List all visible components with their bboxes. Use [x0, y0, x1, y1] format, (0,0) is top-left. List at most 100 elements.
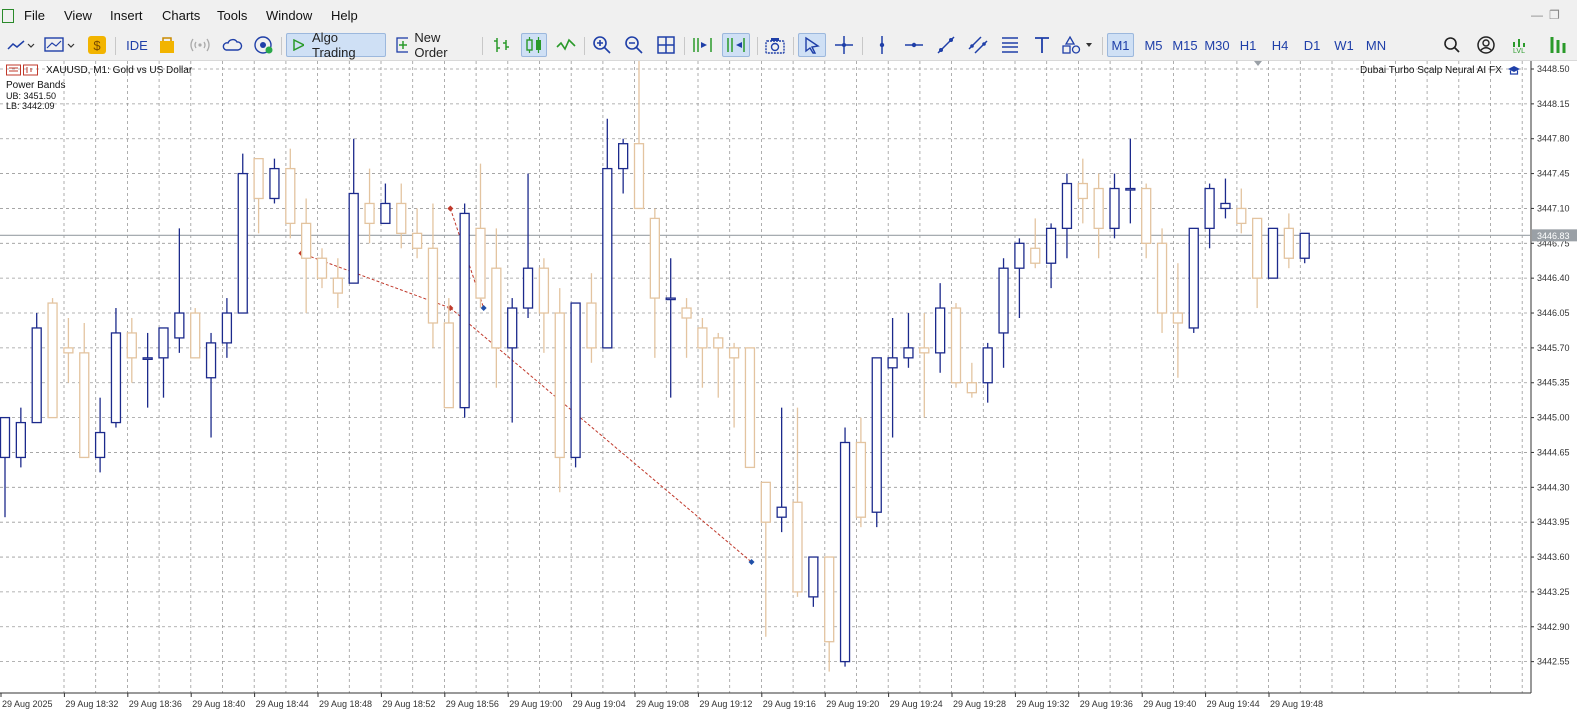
channel-icon[interactable]: [966, 33, 990, 57]
candle-body: [1299, 232, 1310, 259]
algo-trading-button[interactable]: Algo Trading: [286, 30, 386, 60]
time-tick-label: 29 Aug 19:08: [636, 699, 689, 709]
candle-body: [538, 267, 550, 314]
candle-body: [79, 352, 90, 459]
menu-window[interactable]: Window: [266, 8, 312, 23]
candle-body: [237, 172, 248, 314]
candle-body: [443, 322, 454, 409]
candle-body: [1156, 242, 1168, 314]
price-tick-label: 3448.15: [1537, 99, 1570, 109]
minimize-icon[interactable]: —: [1531, 8, 1543, 22]
menu-charts[interactable]: Charts: [162, 8, 200, 23]
search-icon[interactable]: [1440, 33, 1464, 57]
candle-body: [586, 302, 597, 349]
timeframe-h1[interactable]: H1: [1236, 33, 1260, 57]
candle-body: [824, 556, 835, 643]
menu-tools[interactable]: Tools: [217, 8, 247, 23]
candle-body: [475, 227, 486, 299]
timeframe-m30[interactable]: M30: [1202, 33, 1232, 57]
level-icon[interactable]: LVL: [1506, 33, 1532, 57]
time-tick-label: 29 Aug 19:16: [763, 699, 816, 709]
dollar-icon[interactable]: $: [86, 33, 108, 57]
crosshair-icon[interactable]: [832, 33, 856, 57]
price-tick-label: 3442.55: [1537, 657, 1570, 667]
screenshot-camera-icon[interactable]: [762, 33, 788, 57]
line-chart-icon[interactable]: [554, 33, 578, 57]
tile-windows-icon[interactable]: [654, 33, 678, 57]
chart-templates-icon[interactable]: [42, 33, 78, 57]
expert-advisor-label[interactable]: Dubai Turbo Scalp Neural AI FX: [1360, 64, 1521, 76]
trend-line-icon[interactable]: [934, 33, 958, 57]
candle-body: [760, 481, 771, 523]
horizontal-line-icon[interactable]: [902, 33, 926, 57]
bar-chart-icon[interactable]: [490, 33, 514, 57]
new-order-icon: [396, 37, 409, 53]
price-tick-label: 3447.10: [1537, 203, 1570, 213]
candle-body: [332, 277, 344, 294]
line-chart-type-icon[interactable]: [4, 33, 38, 57]
shapes-icon[interactable]: [1060, 33, 1096, 57]
zoom-out-icon[interactable]: [622, 33, 646, 57]
timeframe-w1[interactable]: W1: [1331, 33, 1357, 57]
timeframe-h4[interactable]: H4: [1268, 33, 1292, 57]
menu-help[interactable]: Help: [331, 8, 358, 23]
candle-body: [649, 217, 660, 299]
time-tick-label: 29 Aug 18:32: [65, 699, 118, 709]
candle-body: [1045, 227, 1057, 264]
candle-body: [110, 332, 122, 424]
timeframe-mn[interactable]: MN: [1362, 33, 1390, 57]
candle-body: [665, 297, 676, 301]
community-icon[interactable]: [252, 33, 276, 57]
auto-scroll-icon[interactable]: [690, 33, 716, 57]
candle-body: [792, 501, 803, 593]
candle-body: [364, 202, 375, 225]
chart-grid: [0, 61, 1530, 693]
text-tool-icon[interactable]: [1030, 33, 1054, 57]
market-bag-icon[interactable]: [156, 33, 178, 57]
menu-file[interactable]: File: [24, 8, 45, 23]
candlestick-chart-icon[interactable]: [521, 33, 547, 57]
candle-body: [396, 202, 407, 234]
candle-body: [348, 192, 359, 284]
chart-shift-marker: [1254, 61, 1262, 66]
new-order-button[interactable]: New Order: [390, 30, 476, 60]
chart-window[interactable]: 3448.50 3448.15 3447.80 3447.45 3447.10 3446.…: [0, 61, 1577, 711]
candle-body: [1109, 187, 1120, 230]
price-tick-label: 3443.95: [1537, 517, 1570, 527]
price-chart[interactable]: 3448.50 3448.15 3447.80 3447.45 3447.10 3446.…: [0, 61, 1577, 711]
candle-body: [316, 257, 328, 279]
account-icon[interactable]: [1474, 33, 1498, 57]
chart-shift-icon[interactable]: [722, 33, 750, 57]
market-depth-icon[interactable]: [1546, 33, 1570, 57]
candle-body: [1125, 187, 1136, 191]
lvl-badge: LVL: [1513, 47, 1525, 55]
price-tick-label: 3447.80: [1537, 134, 1570, 144]
cursor-arrow-icon[interactable]: [798, 33, 826, 57]
sell-trade-marker: [447, 205, 454, 212]
vps-cloud-icon[interactable]: [220, 33, 244, 57]
timeframe-m15[interactable]: M15: [1170, 33, 1200, 57]
time-tick-label: 29 Aug 19:24: [890, 699, 943, 709]
vertical-line-icon[interactable]: [870, 33, 894, 57]
zoom-in-icon[interactable]: [590, 33, 614, 57]
ide-button[interactable]: IDE: [120, 33, 154, 57]
candle-body: [491, 267, 502, 349]
timeframe-m1[interactable]: M1: [1107, 33, 1134, 57]
menu-insert[interactable]: Insert: [110, 8, 143, 23]
time-tick-label: 29 Aug 18:52: [382, 699, 435, 709]
candle-body: [903, 347, 914, 359]
candle-body: [554, 312, 565, 459]
candle-body: [950, 307, 962, 384]
candle-body: [126, 332, 137, 359]
menu-view[interactable]: View: [64, 8, 92, 23]
restore-icon[interactable]: ❐: [1549, 8, 1560, 22]
price-tick-label: 3443.60: [1537, 552, 1570, 562]
candle-body: [1061, 182, 1073, 230]
candle-body: [1204, 187, 1215, 230]
timeframe-m5[interactable]: M5: [1140, 33, 1167, 57]
candle-body: [633, 143, 645, 210]
candle-body: [1252, 217, 1263, 279]
signals-icon[interactable]: [188, 33, 212, 57]
fibonacci-icon[interactable]: [998, 33, 1022, 57]
timeframe-d1[interactable]: D1: [1300, 33, 1324, 57]
